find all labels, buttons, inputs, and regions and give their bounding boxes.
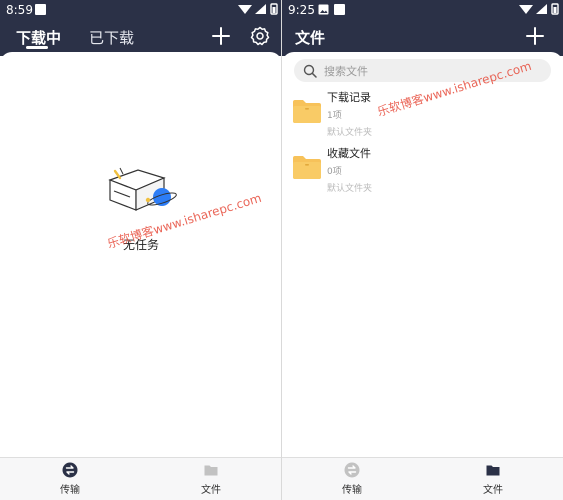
bottom-nav: 传输 文件 [282,457,563,500]
app-header: 9:25 文件 [282,0,563,56]
downloads-screen: 8:59 下载中 已下载 无任务 乐软博客www.isharepc.com 传输… [0,0,282,500]
wifi-icon [519,5,533,14]
folder-count: 0项 [327,167,342,177]
tab-downloading[interactable]: 下载中 [16,27,61,48]
nav-files[interactable]: 文件 [181,462,241,496]
transfer-icon [62,462,78,478]
folder-name: 下载记录 [327,91,371,104]
wifi-icon [238,5,252,14]
folder-icon [293,100,321,123]
folder-name: 收藏文件 [327,147,371,160]
folder-item[interactable]: 收藏文件 0项 默认文件夹 [292,144,553,200]
folder-icon [204,465,218,476]
files-screen: 9:25 文件 搜索文件 下载记录 1项 默认文件夹 收藏文件 0项 默认文件夹… [282,0,563,500]
signal-icon [536,4,547,14]
nav-transfer[interactable]: 传输 [322,462,382,496]
folder-count: 1项 [327,111,342,121]
status-icons [238,3,278,15]
page-title: 文件 [295,29,326,47]
gear-icon[interactable] [250,26,270,46]
nav-transfer[interactable]: 传输 [40,462,100,496]
search-icon [303,64,317,78]
nav-transfer-label: 传输 [342,485,362,496]
files-content: 搜索文件 下载记录 1项 默认文件夹 收藏文件 0项 默认文件夹 乐软博客www… [282,52,563,458]
nav-files-label: 文件 [483,485,503,496]
status-time: 8:59 [6,3,33,17]
plus-icon[interactable] [525,26,545,46]
image-icon [318,4,329,15]
plus-icon[interactable] [211,26,231,46]
folder-icon [486,465,500,476]
folder-desc: 默认文件夹 [327,184,373,194]
search-placeholder: 搜索文件 [324,65,368,78]
bottom-nav: 传输 文件 [0,457,282,500]
status-time: 9:25 [288,3,315,17]
nav-files[interactable]: 文件 [463,462,523,496]
folder-icon [293,156,321,179]
signal-icon [255,4,266,14]
active-tab-indicator [26,46,48,49]
downloads-content: 无任务 乐软博客www.isharepc.com [0,52,282,458]
transfer-icon [344,462,360,478]
status-icons [519,3,559,15]
app-header: 8:59 下载中 已下载 [0,0,282,56]
nav-files-label: 文件 [201,485,221,496]
nav-transfer-label: 传输 [60,485,80,496]
folder-desc: 默认文件夹 [327,128,373,138]
tab-downloaded[interactable]: 已下载 [89,27,134,48]
notification-icon [334,4,345,15]
image-icon [35,4,46,15]
